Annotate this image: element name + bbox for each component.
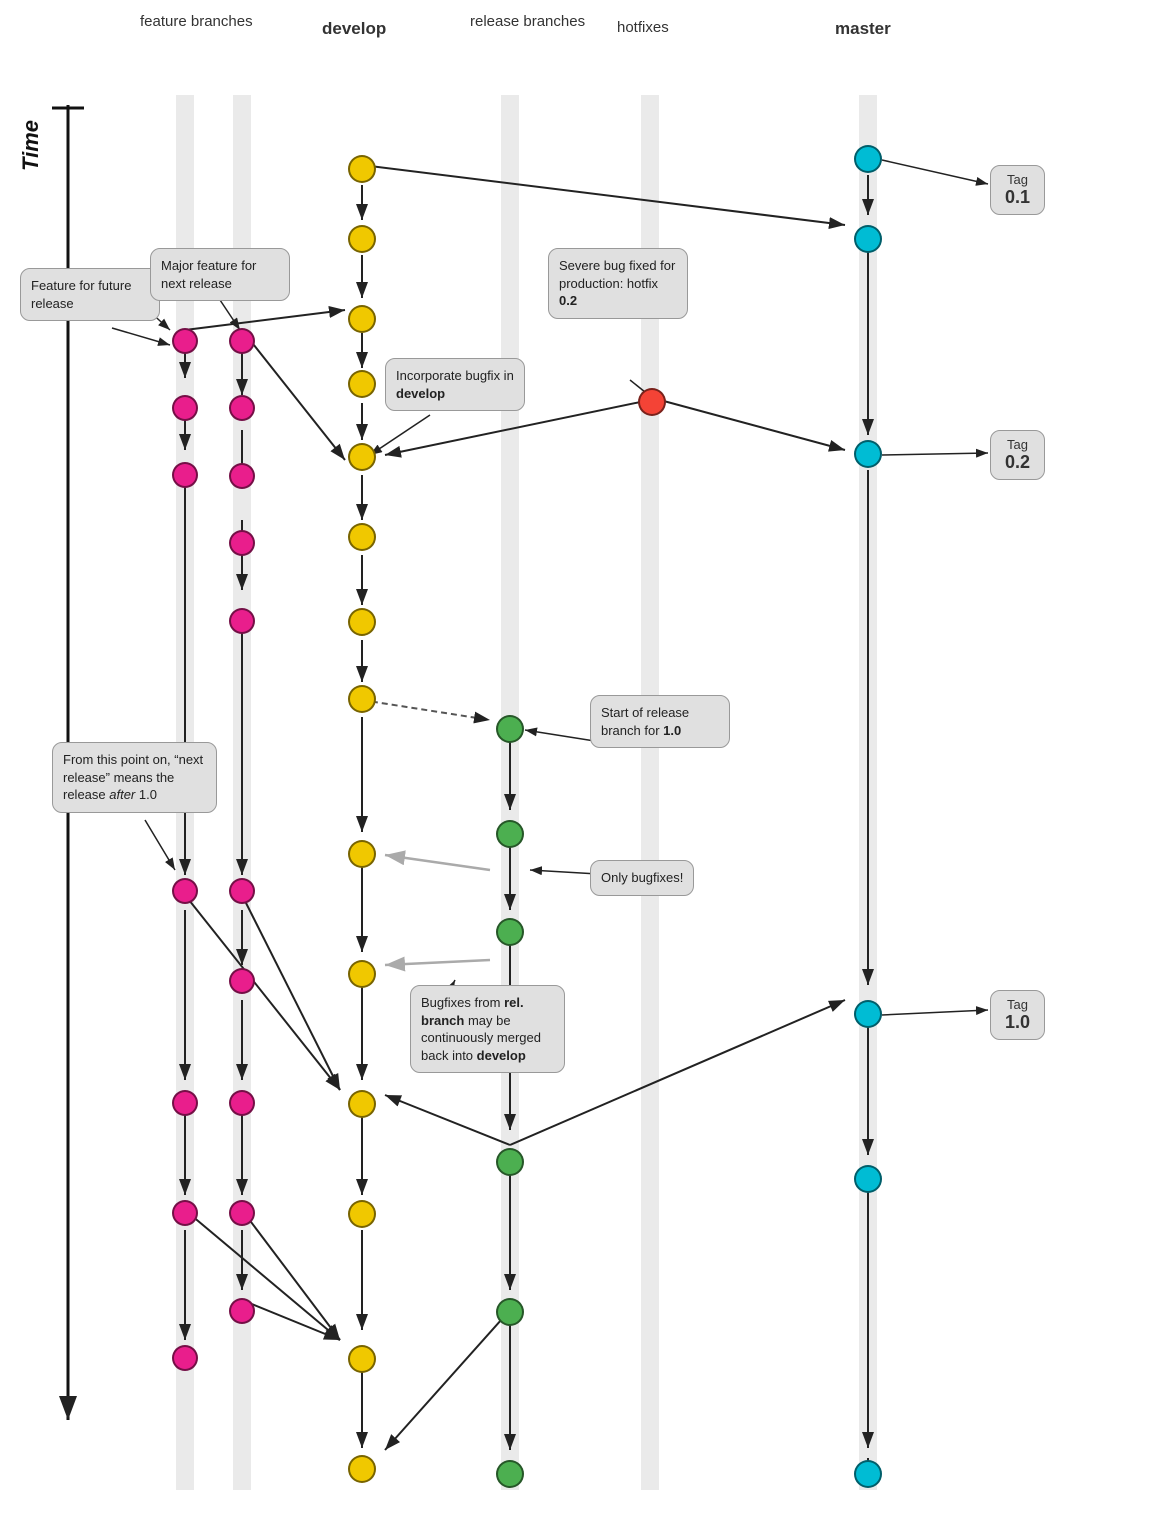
develop-node-9 bbox=[348, 840, 376, 868]
feature1-node-5 bbox=[172, 1090, 198, 1116]
master-label: master bbox=[835, 18, 891, 40]
release-node-6 bbox=[496, 1298, 524, 1326]
master-node-4 bbox=[854, 1000, 882, 1028]
tag-02: Tag 0.2 bbox=[990, 430, 1045, 480]
feature2-node-7 bbox=[229, 968, 255, 994]
feature-branches-label: feature branches bbox=[140, 12, 253, 32]
feature1-node-3 bbox=[172, 462, 198, 488]
hotfix-node bbox=[638, 388, 666, 416]
feature1-node-1 bbox=[172, 328, 198, 354]
tag-01: Tag 0.1 bbox=[990, 165, 1045, 215]
develop-node-6 bbox=[348, 523, 376, 551]
release-node-2 bbox=[496, 820, 524, 848]
develop-node-4 bbox=[348, 370, 376, 398]
develop-node-3 bbox=[348, 305, 376, 333]
develop-node-10 bbox=[348, 960, 376, 988]
feature2-node-3 bbox=[229, 463, 255, 489]
release-node-1 bbox=[496, 715, 524, 743]
develop-node-2 bbox=[348, 225, 376, 253]
callout-bugfixes-merged: Bugfixes from rel. branch may be continu… bbox=[410, 985, 565, 1073]
master-node-3 bbox=[854, 440, 882, 468]
feature2-node-6 bbox=[229, 878, 255, 904]
feature2-node-9 bbox=[229, 1200, 255, 1226]
master-node-2 bbox=[854, 225, 882, 253]
develop-node-11 bbox=[348, 1090, 376, 1118]
feature2-node-8 bbox=[229, 1090, 255, 1116]
callout-only-bugfixes: Only bugfixes! bbox=[590, 860, 694, 896]
develop-node-8 bbox=[348, 685, 376, 713]
time-label: Time bbox=[18, 120, 44, 171]
feature1-node-7 bbox=[172, 1345, 198, 1371]
feature1-node-4 bbox=[172, 878, 198, 904]
develop-node-12 bbox=[348, 1200, 376, 1228]
master-node-1 bbox=[854, 145, 882, 173]
callout-major-feature: Major feature for next release bbox=[150, 248, 290, 301]
callout-incorporate-bugfix: Incorporate bugfix in develop bbox=[385, 358, 525, 411]
develop-node-1 bbox=[348, 155, 376, 183]
callout-next-release: From this point on, “next release” means… bbox=[52, 742, 217, 813]
feature2-node-2 bbox=[229, 395, 255, 421]
feature1-node-2 bbox=[172, 395, 198, 421]
callout-feature-future: Feature for future release bbox=[20, 268, 160, 321]
hotfixes-label: hotfixes bbox=[617, 18, 669, 38]
release-node-3 bbox=[496, 918, 524, 946]
develop-node-7 bbox=[348, 608, 376, 636]
tag-10: Tag 1.0 bbox=[990, 990, 1045, 1040]
develop-label: develop bbox=[322, 18, 386, 40]
develop-node-5 bbox=[348, 443, 376, 471]
callout-severe-bug: Severe bug fixed for production: hotfix … bbox=[548, 248, 688, 319]
master-node-6 bbox=[854, 1460, 882, 1488]
release-node-7 bbox=[496, 1460, 524, 1488]
develop-node-13 bbox=[348, 1345, 376, 1373]
release-branches-label: release branches bbox=[470, 12, 585, 32]
release-node-5 bbox=[496, 1148, 524, 1176]
feature2-node-1 bbox=[229, 328, 255, 354]
feature2-node-10 bbox=[229, 1298, 255, 1324]
callout-start-release: Start of release branch for 1.0 bbox=[590, 695, 730, 748]
feature1-node-6 bbox=[172, 1200, 198, 1226]
feature2-node-4 bbox=[229, 530, 255, 556]
develop-node-14 bbox=[348, 1455, 376, 1483]
master-node-5 bbox=[854, 1165, 882, 1193]
feature2-node-5 bbox=[229, 608, 255, 634]
